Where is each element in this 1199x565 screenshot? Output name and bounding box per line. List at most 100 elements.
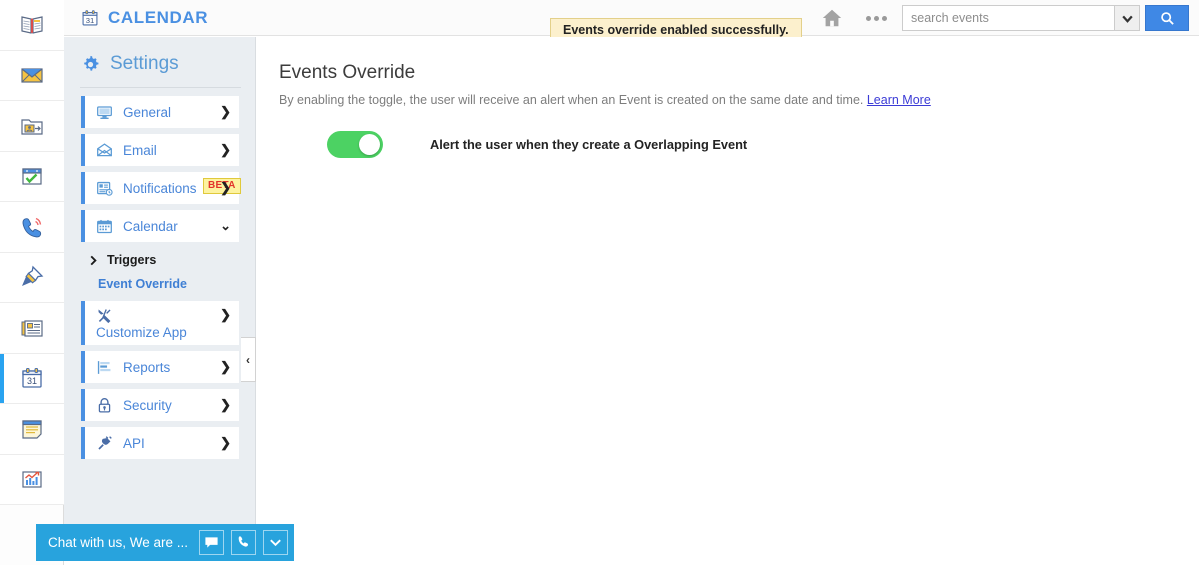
- bottom-edge: [64, 561, 1199, 565]
- contacts-folder-icon: [21, 119, 43, 135]
- sidebar-item-label: Customize App: [96, 324, 187, 340]
- chat-message-icon: [205, 537, 218, 548]
- svg-text:31: 31: [27, 376, 37, 386]
- monitor-icon: [97, 105, 112, 119]
- sidebar-item-label: Calendar: [123, 218, 178, 234]
- top-header: 31 CALENDAR search events Events overrid…: [64, 0, 1199, 43]
- rail-item-calls[interactable]: [0, 202, 64, 253]
- chevron-right-icon: ❯: [220, 142, 231, 157]
- rail-item-knowledge-base[interactable]: [0, 0, 64, 51]
- gear-icon: [84, 55, 99, 71]
- chevron-right-icon: ❯: [220, 180, 231, 195]
- more-dots-icon: [865, 15, 887, 21]
- mail-icon: [21, 68, 43, 83]
- tasks-check-icon: [22, 168, 42, 185]
- tools-icon: [98, 308, 111, 323]
- search-icon: [1160, 11, 1174, 25]
- calendar-grid-icon: [97, 219, 112, 233]
- overlapping-event-toggle[interactable]: [327, 131, 383, 158]
- notification-list-icon: [97, 181, 113, 196]
- app-rail: 31: [0, 0, 64, 565]
- calendar-31-icon: 31: [82, 9, 98, 25]
- app-root: 31 31 CALENDAR search events Events over…: [0, 0, 1199, 565]
- envelope-open-icon: [97, 142, 112, 156]
- header-actions: [810, 0, 1199, 36]
- more-options-button[interactable]: [854, 0, 898, 36]
- sidebar-item-label: API: [123, 435, 145, 451]
- settings-nav-lower: Customize App ❯ Reports ❯ Security ❯ API…: [64, 301, 255, 459]
- chevron-right-icon: ❯: [220, 307, 231, 322]
- sidebar-item-customize-app[interactable]: Customize App ❯: [81, 301, 239, 345]
- page-description: By enabling the toggle, the user will re…: [257, 84, 1199, 107]
- toggle-label: Alert the user when they create a Overla…: [430, 137, 748, 152]
- settings-divider: [80, 87, 241, 88]
- chat-collapse-button[interactable]: [263, 530, 289, 555]
- sidebar-item-email[interactable]: Email ❯: [81, 134, 239, 166]
- pin-icon: [22, 265, 44, 287]
- rail-item-tasks[interactable]: [0, 151, 64, 202]
- chat-widget-text: Chat with us, We are ...: [48, 535, 189, 550]
- search-bar: [902, 5, 1199, 31]
- lock-icon: [98, 397, 111, 413]
- sidebar-item-label: Email: [123, 142, 157, 158]
- page-title: Events Override: [279, 62, 416, 83]
- search-scope-dropdown[interactable]: [1114, 5, 1140, 31]
- chevron-right-icon: [90, 255, 97, 265]
- news-icon: [21, 320, 43, 337]
- plug-icon: [98, 435, 112, 450]
- sidebar-item-label: General: [123, 104, 172, 120]
- svg-text:31: 31: [86, 16, 95, 25]
- sidebar-item-calendar[interactable]: Calendar ⌄: [81, 210, 239, 242]
- rail-item-calendar[interactable]: 31: [0, 353, 64, 404]
- sidebar-item-event-override[interactable]: Event Override: [64, 271, 255, 301]
- sidebar-item-label: Security: [123, 397, 172, 413]
- chat-collapse-icon: [270, 539, 281, 547]
- rail-item-analytics[interactable]: [0, 454, 64, 505]
- search-input[interactable]: [902, 5, 1114, 31]
- book-icon: [21, 16, 43, 34]
- settings-nav-upper: General ❯ Email ❯ Notifications BETA ❯ C…: [64, 96, 255, 242]
- home-button[interactable]: [810, 0, 854, 36]
- sidebar-item-label: Notifications: [123, 180, 197, 196]
- home-icon: [822, 9, 842, 27]
- chevron-right-icon: ❯: [220, 359, 231, 374]
- rail-item-feed[interactable]: [0, 303, 64, 354]
- brand-logo[interactable]: 31 CALENDAR: [64, 8, 208, 28]
- settings-header: Settings: [64, 37, 255, 87]
- chat-widget[interactable]: Chat with us, We are ...: [36, 524, 295, 561]
- settings-panel: Settings General ❯ Email ❯ Notifications…: [64, 37, 256, 565]
- rail-item-notes[interactable]: [0, 404, 64, 455]
- subgroup-label: Triggers: [107, 253, 157, 267]
- sidebar-item-notifications[interactable]: Notifications BETA ❯: [81, 172, 241, 204]
- chevron-right-icon: ❯: [220, 397, 231, 412]
- sidebar-item-label: Reports: [123, 359, 171, 375]
- panel-collapse-button[interactable]: ‹: [241, 337, 256, 382]
- rail-item-mail[interactable]: [0, 50, 64, 101]
- chat-message-button[interactable]: [199, 530, 225, 555]
- calendar-icon: 31: [22, 368, 42, 388]
- rail-item-pinned[interactable]: [0, 252, 64, 303]
- brand-title: CALENDAR: [108, 7, 209, 27]
- settings-title-text: Settings: [110, 53, 179, 74]
- sidebar-item-general[interactable]: General ❯: [81, 96, 239, 128]
- page-description-text: By enabling the toggle, the user will re…: [279, 93, 864, 107]
- chevron-down-icon: ⌄: [220, 218, 231, 233]
- chevron-right-icon: ❯: [220, 435, 231, 450]
- learn-more-link[interactable]: Learn More: [867, 93, 931, 107]
- chat-call-button[interactable]: [231, 530, 257, 555]
- phone-icon: [22, 217, 42, 238]
- chevron-down-icon: [1121, 15, 1133, 23]
- search-submit-button[interactable]: [1145, 5, 1189, 31]
- sidebar-item-api[interactable]: API ❯: [81, 427, 239, 459]
- sidebar-item-security[interactable]: Security ❯: [81, 389, 239, 421]
- main-content: Events Override By enabling the toggle, …: [257, 37, 1199, 565]
- report-bars-icon: [97, 360, 111, 374]
- sidebar-item-reports[interactable]: Reports ❯: [81, 351, 239, 383]
- chevron-right-icon: ❯: [220, 104, 231, 119]
- notes-icon: [22, 420, 42, 439]
- override-toggle-row: Alert the user when they create a Overla…: [257, 107, 1199, 158]
- rail-item-contacts[interactable]: [0, 101, 64, 152]
- chat-phone-icon: [238, 536, 249, 547]
- settings-subgroup-triggers[interactable]: Triggers: [64, 248, 255, 271]
- analytics-icon: [22, 471, 42, 488]
